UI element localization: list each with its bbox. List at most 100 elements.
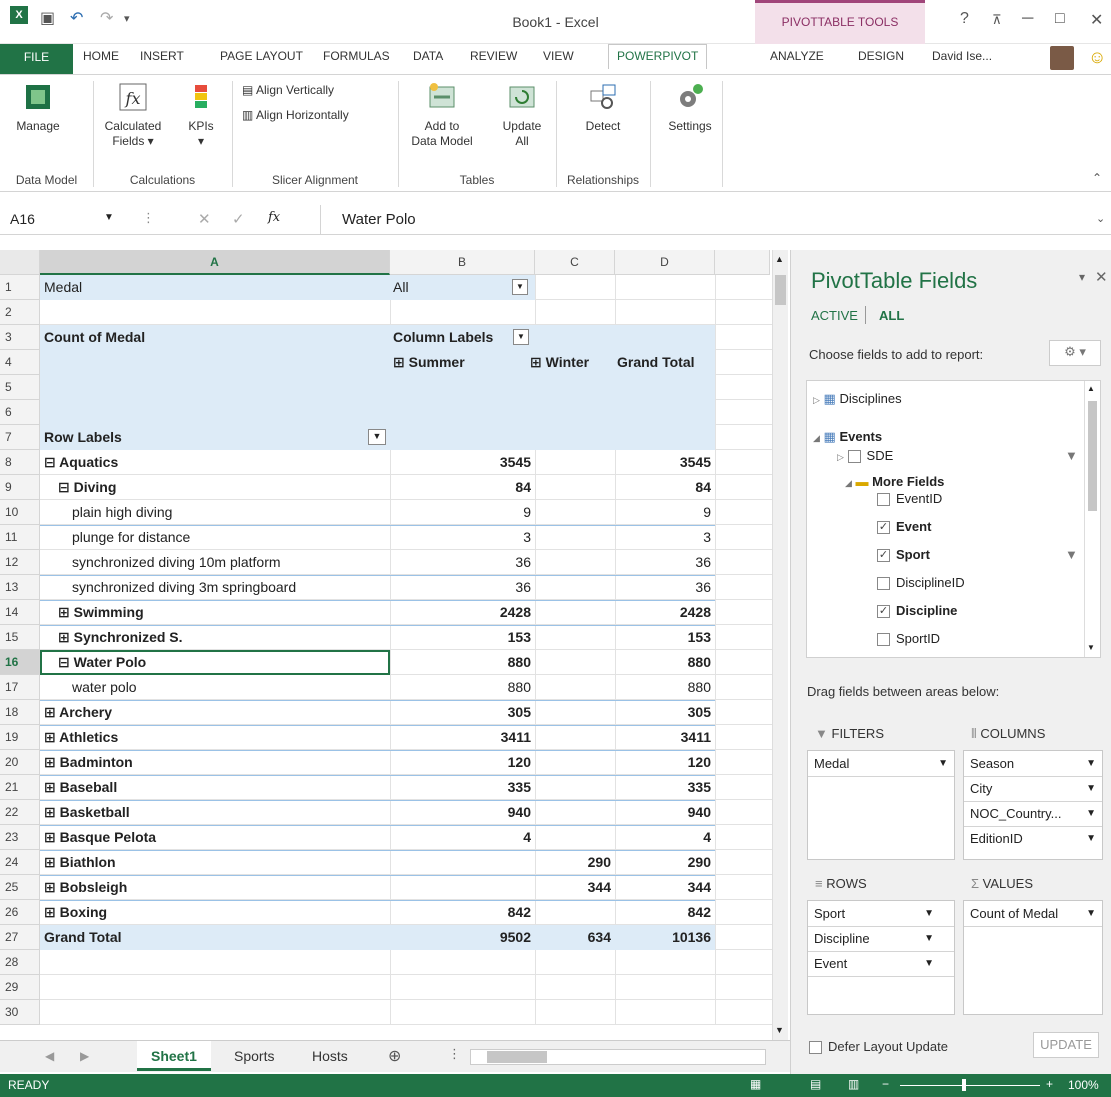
vertical-scrollbar[interactable]: ▲ ▼ bbox=[772, 250, 788, 1040]
defer-checkbox[interactable] bbox=[809, 1041, 822, 1055]
rows-item-sport[interactable]: Sport bbox=[814, 906, 845, 921]
field-eventid[interactable]: EventID bbox=[877, 491, 942, 507]
sheet-tab-sports[interactable]: Sports bbox=[220, 1041, 288, 1071]
row-header[interactable]: 29 bbox=[0, 975, 40, 1000]
cell-summer[interactable]: 4 bbox=[390, 825, 535, 850]
cell-winter[interactable] bbox=[535, 825, 615, 850]
maximize-icon[interactable]: □ bbox=[1055, 10, 1065, 28]
align-horizontally-button[interactable]: ▥ Align Horizontally bbox=[242, 108, 349, 123]
row-header[interactable]: 18 bbox=[0, 700, 40, 725]
scroll-thumb[interactable] bbox=[1088, 401, 1097, 511]
pivot-row-label[interactable]: ⊟ Aquatics bbox=[44, 450, 118, 475]
row-header[interactable]: 28 bbox=[0, 950, 40, 975]
pivot-row-label[interactable]: plunge for distance bbox=[72, 525, 190, 550]
rows-area[interactable]: Sport ▼ Discipline ▼ Event ▼ bbox=[807, 900, 955, 1015]
row-header[interactable]: 10 bbox=[0, 500, 40, 525]
cell-winter[interactable] bbox=[535, 675, 615, 700]
horizontal-scrollbar[interactable] bbox=[470, 1049, 766, 1065]
manage-button[interactable]: Manage bbox=[8, 81, 68, 134]
row-header[interactable]: 30 bbox=[0, 1000, 40, 1025]
page-break-view-icon[interactable]: ▥ bbox=[848, 1077, 859, 1091]
cell-grand-total[interactable]: 4 bbox=[615, 825, 715, 850]
collapse-icon[interactable]: ◢ bbox=[845, 478, 852, 488]
formula-input[interactable]: Water Polo bbox=[342, 211, 416, 228]
column-summer[interactable]: ⊞ Summer bbox=[393, 350, 465, 375]
scroll-down-icon[interactable]: ▼ bbox=[775, 1025, 784, 1035]
row-header[interactable]: 21 bbox=[0, 775, 40, 800]
tab-active-fields[interactable]: ACTIVE bbox=[811, 308, 858, 323]
row-header[interactable]: 4 bbox=[0, 350, 40, 375]
row-header[interactable]: 17 bbox=[0, 675, 40, 700]
columns-item-season[interactable]: Season bbox=[970, 756, 1014, 771]
cell-grand-total[interactable]: 3411 bbox=[615, 725, 715, 750]
pivot-row-label[interactable]: synchronized diving 10m platform bbox=[72, 550, 281, 575]
row-header[interactable]: 5 bbox=[0, 375, 40, 400]
normal-view-icon[interactable]: ▦ bbox=[750, 1077, 761, 1091]
column-header-c[interactable]: C bbox=[535, 250, 615, 275]
scroll-down-icon[interactable]: ▼ bbox=[1087, 643, 1095, 652]
field-table-disciplines[interactable]: ▷ ▦ Disciplines bbox=[813, 391, 902, 407]
cell-summer[interactable]: 3 bbox=[390, 525, 535, 550]
cell-winter[interactable] bbox=[535, 550, 615, 575]
cell-winter[interactable] bbox=[535, 525, 615, 550]
rows-item-discipline[interactable]: Discipline bbox=[814, 931, 870, 946]
row-header[interactable]: 16 bbox=[0, 650, 40, 675]
column-header-b[interactable]: B bbox=[390, 250, 535, 275]
expand-formula-bar-icon[interactable]: ⌄ bbox=[1096, 212, 1105, 225]
field-event[interactable]: ✓ Event bbox=[877, 519, 931, 535]
field-disciplineid[interactable]: DisciplineID bbox=[877, 575, 965, 591]
cell-winter[interactable] bbox=[535, 750, 615, 775]
rows-item-dropdown-icon[interactable]: ▼ bbox=[924, 908, 934, 919]
field-folder-more-fields[interactable]: ◢ ▬ More Fields bbox=[845, 474, 944, 489]
detect-button[interactable]: Detect bbox=[568, 81, 638, 134]
cell-winter[interactable] bbox=[535, 700, 615, 725]
sde-checkbox[interactable] bbox=[847, 450, 861, 464]
cell-summer[interactable]: 3411 bbox=[390, 725, 535, 750]
pane-options-icon[interactable]: ▾ bbox=[1079, 270, 1085, 284]
close-icon[interactable]: ✕ bbox=[1090, 10, 1103, 30]
zoom-out-icon[interactable]: − bbox=[882, 1077, 889, 1091]
pivot-row-label[interactable]: synchronized diving 3m springboard bbox=[72, 575, 296, 600]
name-box-dropdown-icon[interactable]: ▼ bbox=[104, 212, 114, 223]
field-table-events[interactable]: ◢ ▦ Events bbox=[813, 429, 882, 445]
filters-area[interactable]: Medal ▼ bbox=[807, 750, 955, 860]
row-labels-filter-icon[interactable]: ▼ bbox=[368, 429, 386, 445]
calculated-fields-button[interactable]: fx Calculated Fields ▾ bbox=[96, 81, 170, 149]
tab-formulas[interactable]: FORMULAS bbox=[323, 49, 390, 63]
zoom-slider-thumb[interactable] bbox=[962, 1079, 966, 1091]
cell-winter[interactable]: 634 bbox=[535, 925, 615, 950]
pivot-row-label[interactable]: ⊞ Bobsleigh bbox=[44, 875, 127, 900]
row-header[interactable]: 14 bbox=[0, 600, 40, 625]
cell-grand-total[interactable]: 36 bbox=[615, 550, 715, 575]
collapse-icon[interactable]: ◢ bbox=[813, 433, 820, 443]
field-sde[interactable]: ▷ SDE bbox=[837, 448, 893, 464]
cell-winter[interactable] bbox=[535, 575, 615, 600]
cell-winter[interactable]: 290 bbox=[535, 850, 615, 875]
h-scroll-thumb[interactable] bbox=[487, 1051, 547, 1063]
columns-item-city[interactable]: City bbox=[970, 781, 992, 796]
tab-file[interactable]: FILE bbox=[0, 44, 73, 74]
tab-data[interactable]: DATA bbox=[413, 49, 443, 63]
columns-item-noc-country[interactable]: NOC_Country... bbox=[970, 806, 1062, 821]
columns-item-dropdown-icon[interactable]: ▼ bbox=[1086, 808, 1096, 819]
rows-item-event[interactable]: Event bbox=[814, 956, 847, 971]
row-header[interactable]: 9 bbox=[0, 475, 40, 500]
cell-grand-total[interactable]: 3 bbox=[615, 525, 715, 550]
cell-grand-total[interactable]: 290 bbox=[615, 850, 715, 875]
update-all-button[interactable]: Update All bbox=[494, 81, 550, 149]
pivot-row-label[interactable]: ⊞ Archery bbox=[44, 700, 112, 725]
cell-winter[interactable] bbox=[535, 500, 615, 525]
cell-grand-total[interactable]: 940 bbox=[615, 800, 715, 825]
update-button[interactable]: UPDATE bbox=[1033, 1032, 1099, 1058]
scroll-up-icon[interactable]: ▲ bbox=[1087, 384, 1095, 393]
sheet-next-icon[interactable]: ▶ bbox=[80, 1049, 89, 1063]
cell-summer[interactable]: 84 bbox=[390, 475, 535, 500]
cell-winter[interactable]: 344 bbox=[535, 875, 615, 900]
pivot-row-label[interactable]: ⊞ Boxing bbox=[44, 900, 107, 925]
row-header[interactable]: 13 bbox=[0, 575, 40, 600]
settings-button[interactable]: Settings bbox=[660, 81, 720, 134]
cell-winter[interactable] bbox=[535, 475, 615, 500]
cell-grand-total[interactable]: 36 bbox=[615, 575, 715, 600]
column-labels-dropdown-icon[interactable]: ▼ bbox=[513, 329, 529, 345]
field-settings-gear-icon[interactable]: ⚙ ▾ bbox=[1049, 340, 1101, 366]
